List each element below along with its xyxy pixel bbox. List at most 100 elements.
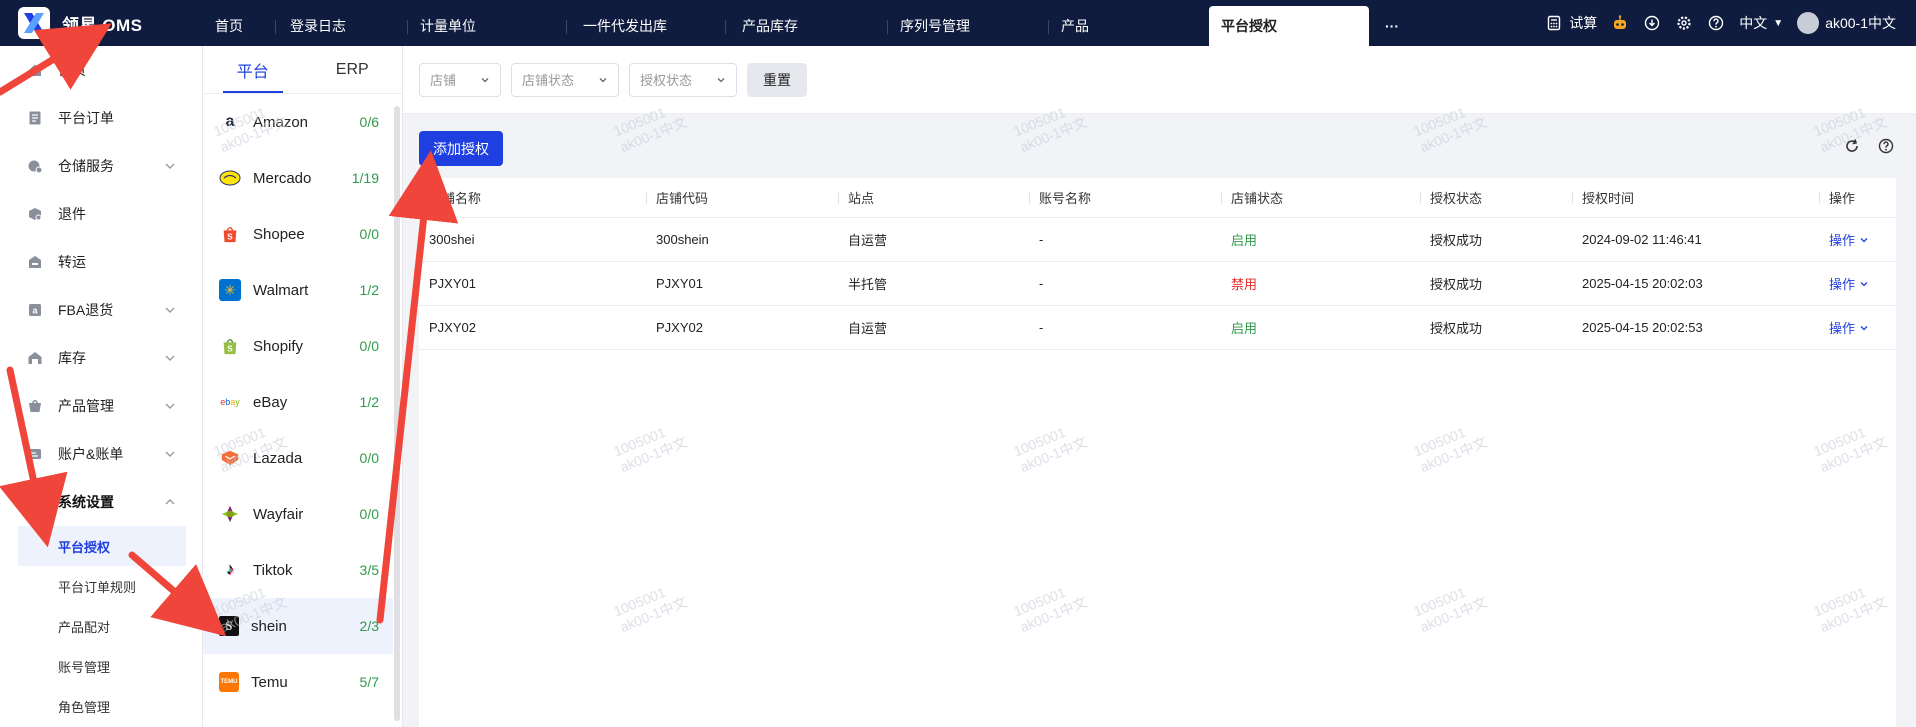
tab-product-inventory[interactable]: 产品库存	[726, 6, 888, 46]
sidebar-item-label: 仓储服务	[58, 158, 114, 174]
ebay-logo-icon: ebay	[220, 397, 240, 407]
sidebar-item-warehouse[interactable]: 仓储服务	[0, 142, 202, 190]
sidebar-subitem-account-management[interactable]: 账号管理	[0, 646, 202, 686]
account-cell: -	[1039, 276, 1044, 291]
auth-status-select[interactable]: 授权状态	[629, 62, 737, 97]
column-header[interactable]: 账号名称	[1029, 188, 1221, 207]
sidebar-item-platform-orders[interactable]: 平台订单	[0, 94, 202, 142]
chevron-down-icon	[599, 77, 607, 82]
row-action-dropdown[interactable]: 操作	[1829, 274, 1869, 293]
logo-mark-icon	[18, 7, 50, 39]
platform-item-walmart[interactable]: ✳ Walmart 1/2	[203, 262, 393, 318]
tab-label: 一件代发出库	[583, 18, 667, 34]
platform-item-mercado[interactable]: Mercado 1/19	[203, 150, 393, 206]
store-select[interactable]: 店铺	[419, 62, 501, 97]
sidebar-item-product-management[interactable]: 产品管理	[0, 382, 202, 430]
avatar	[1797, 12, 1820, 34]
sidebar-item-fba-returns[interactable]: a FBA退货	[0, 286, 202, 334]
column-header[interactable]: 站点	[838, 188, 1029, 207]
tab-serial-management[interactable]: 序列号管理	[888, 6, 1049, 46]
tab-product[interactable]: 产品	[1049, 6, 1209, 46]
column-header[interactable]: 店铺代码	[646, 188, 838, 207]
platform-item-temu[interactable]: TEMU Temu 5/7	[203, 654, 393, 710]
sidebar-item-inventory[interactable]: 库存	[0, 334, 202, 382]
calculator-icon	[1545, 14, 1563, 32]
settings-gear-icon[interactable]	[1675, 14, 1693, 32]
platform-item-wayfair[interactable]: Wayfair 0/0	[203, 486, 393, 542]
product-icon	[26, 397, 44, 415]
platform-item-shein[interactable]: S shein 2/3	[203, 598, 393, 654]
sidebar-item-label: 账户&账单	[58, 446, 124, 462]
help-icon[interactable]	[1707, 14, 1725, 32]
chevron-down-icon	[165, 307, 175, 313]
tab-more-button[interactable]: ···	[1369, 6, 1415, 46]
platform-name: Shopee	[253, 225, 305, 243]
tiktok-logo-icon: ♪	[226, 561, 234, 578]
app-title: 领星 OMS	[62, 15, 143, 35]
tab-platform[interactable]: 平台	[203, 46, 303, 93]
column-header[interactable]: 授权状态	[1420, 188, 1572, 207]
row-action-label: 操作	[1829, 321, 1856, 336]
platform-list: a Amazon 0/6 Mercado 1/19 S Shopee 0/0 ✳…	[203, 94, 393, 710]
tab-label: 产品	[1061, 18, 1089, 34]
row-action-dropdown[interactable]: 操作	[1829, 230, 1869, 249]
tab-login-log[interactable]: 登录日志	[276, 6, 408, 46]
refresh-icon[interactable]	[1844, 138, 1860, 154]
reset-button[interactable]: 重置	[747, 62, 807, 97]
language-select[interactable]: 中文 ▼	[1739, 13, 1783, 33]
sidebar-item-transfer[interactable]: 转运	[0, 238, 202, 286]
calc-button[interactable]: 试算	[1545, 13, 1597, 33]
store-name-cell: PJXY01	[429, 276, 476, 291]
platform-name: eBay	[253, 393, 288, 411]
column-header[interactable]: 店铺状态	[1221, 188, 1420, 207]
robot-icon[interactable]	[1611, 14, 1629, 32]
sidebar-item-system-settings[interactable]: 系统设置	[0, 478, 202, 526]
select-placeholder: 授权状态	[640, 73, 693, 88]
tab-erp[interactable]: ERP	[303, 46, 403, 93]
platform-item-amazon[interactable]: a Amazon 0/6	[203, 94, 393, 150]
sidebar-item-label: 退件	[58, 206, 86, 222]
column-header[interactable]: 授权时间	[1572, 188, 1819, 207]
column-header: 操作	[1819, 188, 1896, 207]
platform-panel: 平台 ERP a Amazon 0/6 Mercado 1/19 S Shope…	[203, 46, 403, 727]
column-header[interactable]: 店铺名称	[419, 188, 646, 207]
app-logo[interactable]: 领星 OMS	[0, 0, 203, 46]
sidebar-item-home[interactable]: 首页	[0, 46, 202, 94]
platform-item-lazada[interactable]: Lazada 0/0	[203, 430, 393, 486]
platform-list-scrollbar[interactable]	[394, 106, 400, 721]
add-authorization-button[interactable]: 添加授权	[419, 131, 503, 166]
sidebar-subitem-product-pairing[interactable]: 产品配对	[0, 606, 202, 646]
home-icon	[26, 61, 44, 79]
platform-item-shopify[interactable]: S Shopify 0/0	[203, 318, 393, 374]
store-status-select[interactable]: 店铺状态	[511, 62, 619, 97]
sidebar-item-returns[interactable]: 退件	[0, 190, 202, 238]
tab-dropship-outbound[interactable]: 一件代发出库	[567, 6, 726, 46]
auth-time-cell: 2025-04-15 20:02:53	[1582, 320, 1703, 335]
help-icon[interactable]	[1878, 138, 1894, 154]
platform-item-ebay[interactable]: ebay eBay 1/2	[203, 374, 393, 430]
sidebar-subitem-label: 平台订单规则	[58, 579, 137, 595]
row-action-dropdown[interactable]: 操作	[1829, 318, 1869, 337]
table-row[interactable]: 300shei 300shein 自运营 - 启用 授权成功 2024-09-0…	[419, 218, 1896, 262]
download-icon[interactable]	[1643, 14, 1661, 32]
sidebar-subitem-platform-auth[interactable]: 平台授权	[18, 526, 186, 566]
sidebar-item-label: 转运	[58, 254, 86, 270]
shein-logo-icon: S	[219, 616, 239, 636]
tab-home[interactable]: 首页	[203, 6, 276, 46]
sidebar-subitem-role-management[interactable]: 角色管理	[0, 686, 202, 726]
tab-units[interactable]: 计量单位	[408, 6, 567, 46]
amazon-logo-icon: a	[225, 113, 235, 130]
sidebar-subitem-order-rules[interactable]: 平台订单规则	[0, 566, 202, 606]
tab-platform-auth[interactable]: 平台授权	[1209, 6, 1369, 46]
chevron-down-icon	[1860, 281, 1868, 286]
select-placeholder: 店铺状态	[522, 73, 575, 88]
table-row[interactable]: PJXY01 PJXY01 半托管 - 禁用 授权成功 2025-04-15 2…	[419, 262, 1896, 306]
top-tabs: 首页 登录日志 计量单位 一件代发出库 产品库存 序列号管理 产品 平台授权 ·…	[203, 0, 1415, 46]
user-menu[interactable]: ak00-1中文	[1797, 12, 1896, 34]
row-action-label: 操作	[1829, 277, 1856, 292]
platform-item-shopee[interactable]: S Shopee 0/0	[203, 206, 393, 262]
table-row[interactable]: PJXY02 PJXY02 自运营 - 启用 授权成功 2025-04-15 2…	[419, 306, 1896, 350]
chevron-down-icon	[165, 403, 175, 409]
sidebar-item-account-billing[interactable]: 账户&账单	[0, 430, 202, 478]
platform-item-tiktok[interactable]: ♪ Tiktok 3/5	[203, 542, 393, 598]
